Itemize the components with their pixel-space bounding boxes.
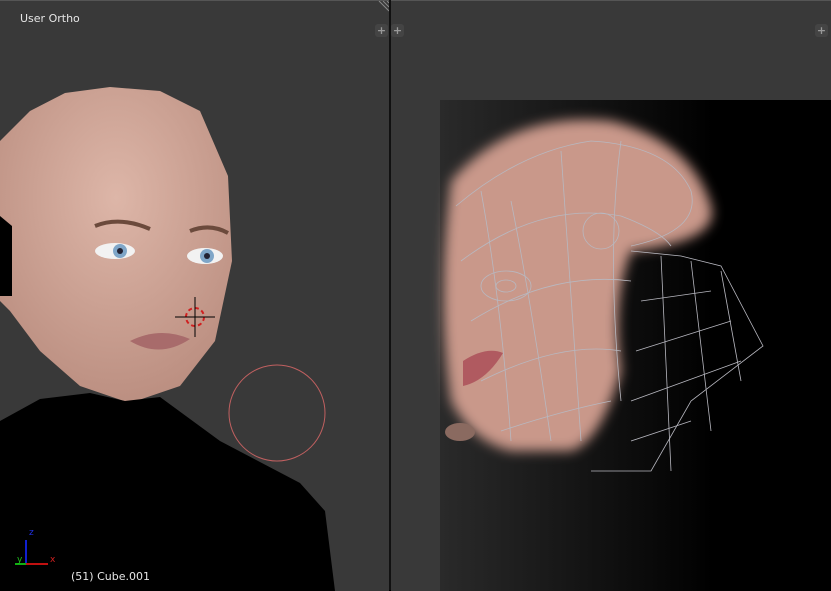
add-region-button-left[interactable]: +	[391, 24, 404, 37]
y-axis-label: y	[17, 555, 23, 565]
face-model-render	[0, 87, 335, 591]
area-split-handle-icon[interactable]	[377, 1, 389, 13]
3d-viewport[interactable]: User Ortho z x y (51) Cube.001 +	[0, 0, 389, 591]
add-region-button[interactable]: +	[375, 24, 388, 37]
object-info: (51) Cube.001	[71, 570, 150, 583]
x-axis-label: x	[50, 555, 56, 565]
brush-circle	[228, 364, 326, 462]
uv-texture-render	[440, 100, 831, 591]
add-region-button-right[interactable]: +	[815, 24, 828, 37]
uv-image-editor[interactable]: + +	[391, 0, 831, 591]
z-axis-label: z	[29, 528, 34, 538]
viewport-title: User Ortho	[20, 12, 80, 25]
